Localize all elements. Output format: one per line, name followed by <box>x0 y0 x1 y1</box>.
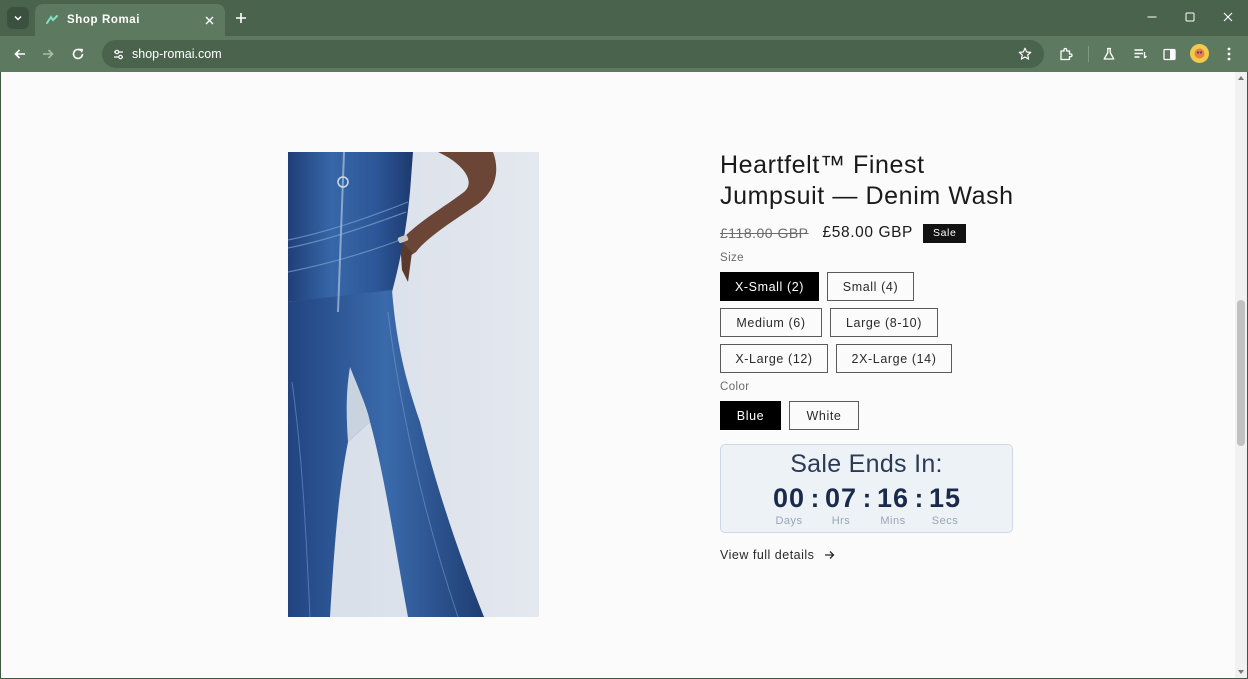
browser-chrome: Shop Romai shop-romai.com <box>0 0 1248 72</box>
countdown-days-value: 00 <box>772 483 806 513</box>
size-option-large[interactable]: Large (8-10) <box>830 308 938 337</box>
scroll-up-arrow-icon[interactable] <box>1238 76 1244 80</box>
countdown-seconds-value: 15 <box>928 483 962 513</box>
close-window-icon <box>1223 12 1233 22</box>
bookmark-button[interactable] <box>1012 41 1038 67</box>
back-button[interactable] <box>7 41 33 67</box>
color-option-white[interactable]: White <box>789 401 859 430</box>
close-icon <box>205 16 213 24</box>
size-option-x-large[interactable]: X-Large (12) <box>720 344 828 373</box>
size-options-row-1: X-Small (2) Small (4) <box>720 272 1020 301</box>
color-option-blue[interactable]: Blue <box>720 401 781 430</box>
address-bar[interactable]: shop-romai.com <box>102 40 1044 68</box>
reload-button[interactable] <box>65 41 91 67</box>
countdown-separator: : <box>862 483 872 513</box>
view-full-details-link[interactable]: View full details <box>720 548 1020 562</box>
countdown-minutes: 16 Mins <box>873 483 913 527</box>
tab-shop-romai[interactable]: Shop Romai <box>35 4 225 36</box>
reading-list-button[interactable] <box>1127 41 1153 67</box>
tab-close-button[interactable] <box>201 12 217 28</box>
browser-toolbar: shop-romai.com <box>0 36 1248 72</box>
size-label: Size <box>720 252 744 264</box>
sale-countdown: Sale Ends In: 00 Days : 07 Hrs : 16 Mins… <box>720 444 1013 533</box>
arrow-right-icon <box>824 549 836 561</box>
countdown-hours-value: 07 <box>824 483 858 513</box>
extensions-button[interactable] <box>1052 41 1078 67</box>
extensions-icon <box>1059 47 1073 60</box>
countdown-separator: : <box>810 483 820 513</box>
back-icon <box>14 49 25 59</box>
site-info-icon <box>113 49 123 59</box>
size-options-row-2: Medium (6) Large (8-10) <box>720 308 1020 337</box>
countdown-units: 00 Days : 07 Hrs : 16 Mins : 15 Secs <box>769 483 965 527</box>
color-options-row: Blue White <box>720 401 1020 430</box>
color-label: Color <box>720 381 750 393</box>
labs-icon <box>1103 47 1115 60</box>
new-tab-button[interactable] <box>231 8 251 28</box>
scrollbar-thumb[interactable] <box>1237 300 1245 446</box>
size-option-small[interactable]: Small (4) <box>827 272 914 301</box>
countdown-hours-label: Hrs <box>831 515 851 527</box>
sale-price: £58.00 GBP <box>822 224 913 241</box>
labs-button[interactable] <box>1096 41 1122 67</box>
menu-icon <box>1227 47 1231 61</box>
countdown-days-label: Days <box>775 515 803 527</box>
tab-search-button[interactable] <box>7 7 29 29</box>
url-text: shop-romai.com <box>132 47 222 61</box>
original-price: £118.00 GBP <box>720 225 809 241</box>
side-panel-icon <box>1162 48 1176 60</box>
countdown-seconds-label: Secs <box>931 515 959 527</box>
site-favicon-icon <box>45 13 59 27</box>
minimize-icon <box>1147 16 1157 18</box>
minimize-button[interactable] <box>1138 6 1166 28</box>
countdown-minutes-value: 16 <box>876 483 910 513</box>
close-window-button[interactable] <box>1214 6 1242 28</box>
countdown-title: Sale Ends In: <box>790 450 943 478</box>
countdown-minutes-label: Mins <box>880 515 906 527</box>
scroll-down-arrow-icon[interactable] <box>1238 670 1244 674</box>
side-panel-button[interactable] <box>1156 41 1182 67</box>
plus-icon <box>236 13 246 23</box>
view-full-details-label: View full details <box>720 548 815 562</box>
reload-icon <box>72 48 84 60</box>
page-viewport: Heartfelt™ Finest Jumpsuit — Denim Wash … <box>1 72 1235 678</box>
size-option-2x-large[interactable]: 2X-Large (14) <box>836 344 952 373</box>
maximize-button[interactable] <box>1176 6 1204 28</box>
tab-title: Shop Romai <box>67 13 141 26</box>
countdown-separator: : <box>914 483 924 513</box>
countdown-days: 00 Days <box>769 483 809 527</box>
chevron-down-icon <box>14 15 22 21</box>
reading-list-icon <box>1134 49 1147 59</box>
price-row: £118.00 GBP £58.00 GBP Sale <box>720 223 1020 243</box>
toolbar-divider <box>1088 46 1089 62</box>
profile-avatar[interactable] <box>1190 44 1209 63</box>
browser-menu-button[interactable] <box>1216 41 1242 67</box>
sale-badge: Sale <box>922 223 967 243</box>
size-option-x-small[interactable]: X-Small (2) <box>720 272 819 301</box>
product-image[interactable] <box>288 152 539 617</box>
star-icon <box>1018 47 1032 60</box>
site-info-button[interactable] <box>108 44 128 64</box>
countdown-hours: 07 Hrs <box>821 483 861 527</box>
maximize-icon <box>1185 12 1195 22</box>
forward-button[interactable] <box>35 41 61 67</box>
profile-avatar-icon <box>1194 48 1205 59</box>
forward-icon <box>43 49 54 59</box>
size-option-medium[interactable]: Medium (6) <box>720 308 822 337</box>
countdown-seconds: 15 Secs <box>925 483 965 527</box>
size-options-row-3: X-Large (12) 2X-Large (14) <box>720 344 1020 373</box>
product-title: Heartfelt™ Finest Jumpsuit — Denim Wash <box>720 151 1014 210</box>
product-info: Heartfelt™ Finest Jumpsuit — Denim Wash … <box>720 150 1020 562</box>
page-scrollbar[interactable] <box>1235 72 1247 678</box>
jumpsuit-photo <box>288 152 539 617</box>
tab-strip: Shop Romai <box>0 0 1248 36</box>
